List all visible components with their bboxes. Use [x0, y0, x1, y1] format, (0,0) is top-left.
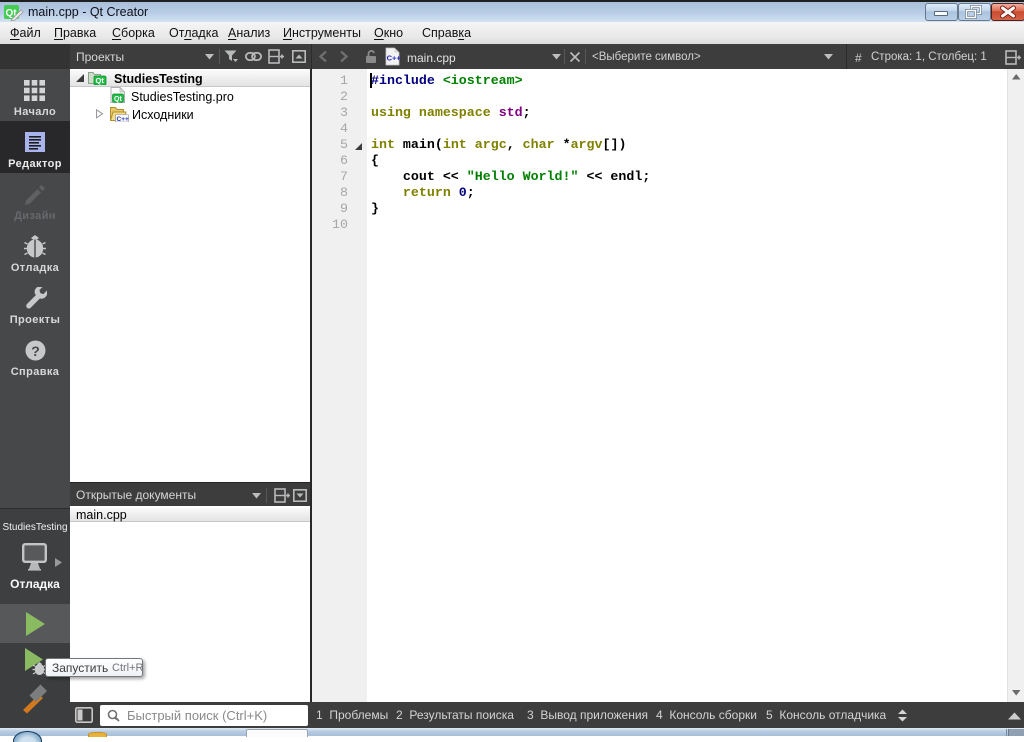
svg-text:?: ?	[31, 343, 40, 359]
svg-text:Qt: Qt	[96, 76, 105, 85]
svg-text:C++: C++	[387, 54, 400, 63]
svg-text:Qt: Qt	[114, 96, 122, 103]
svg-text:C++: C++	[117, 116, 129, 122]
